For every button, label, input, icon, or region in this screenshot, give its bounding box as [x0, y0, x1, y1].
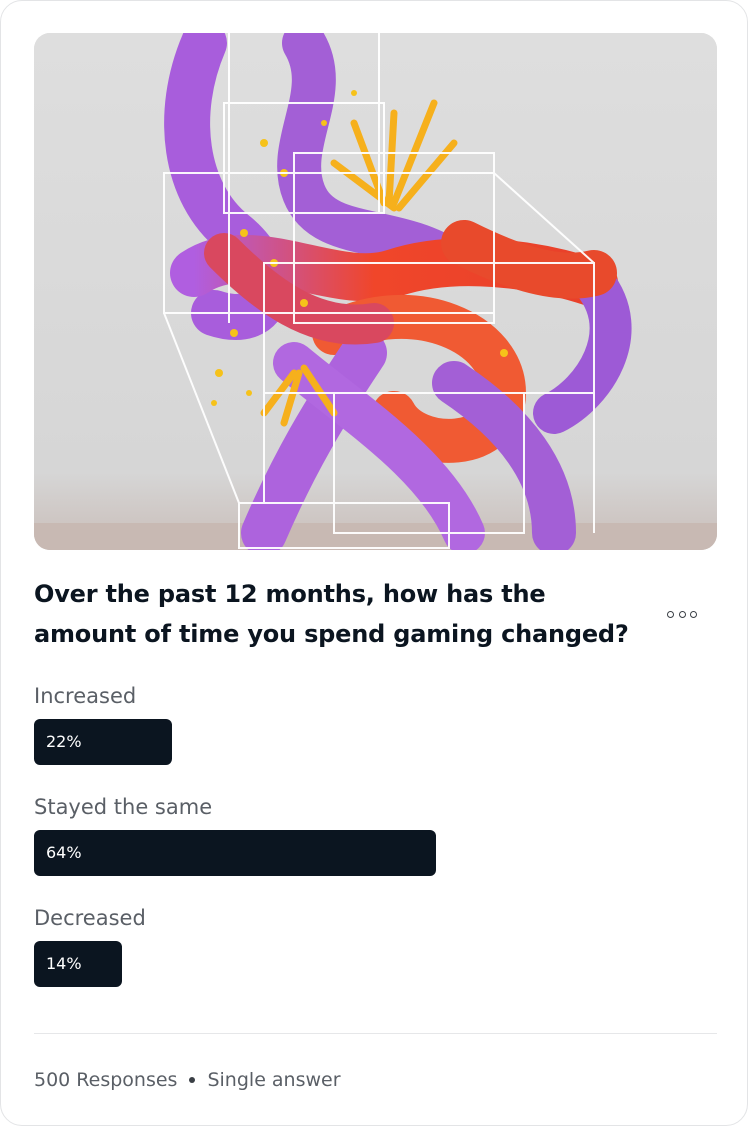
menu-dot: [667, 610, 674, 618]
answer-type: Single answer: [207, 1069, 341, 1091]
option-percent-increased: 22%: [46, 732, 82, 751]
abstract-sculpture-illustration: [34, 33, 717, 550]
poll-footer: 500 Responses Single answer: [34, 1067, 341, 1093]
divider: [34, 1033, 717, 1034]
option-percent-stayed-same: 64%: [46, 843, 82, 862]
option-label-decreased: Decreased: [34, 906, 146, 930]
option-bar-stayed-same[interactable]: 64%: [34, 830, 436, 876]
hero-image: [34, 33, 717, 550]
poll-card: Over the past 12 months, how has the amo…: [0, 0, 748, 1126]
option-bar-increased[interactable]: 22%: [34, 719, 172, 765]
poll-question: Over the past 12 months, how has the amo…: [34, 580, 629, 648]
response-count: 500 Responses: [34, 1069, 178, 1091]
option-percent-decreased: 14%: [46, 954, 82, 973]
menu-dot: [678, 610, 686, 618]
menu-dot: [690, 610, 697, 618]
option-bar-decreased[interactable]: 14%: [34, 941, 122, 987]
more-options-icon[interactable]: [667, 605, 697, 623]
separator-dot: [189, 1077, 196, 1083]
option-label-stayed-same: Stayed the same: [34, 795, 213, 819]
option-label-increased: Increased: [34, 684, 137, 708]
